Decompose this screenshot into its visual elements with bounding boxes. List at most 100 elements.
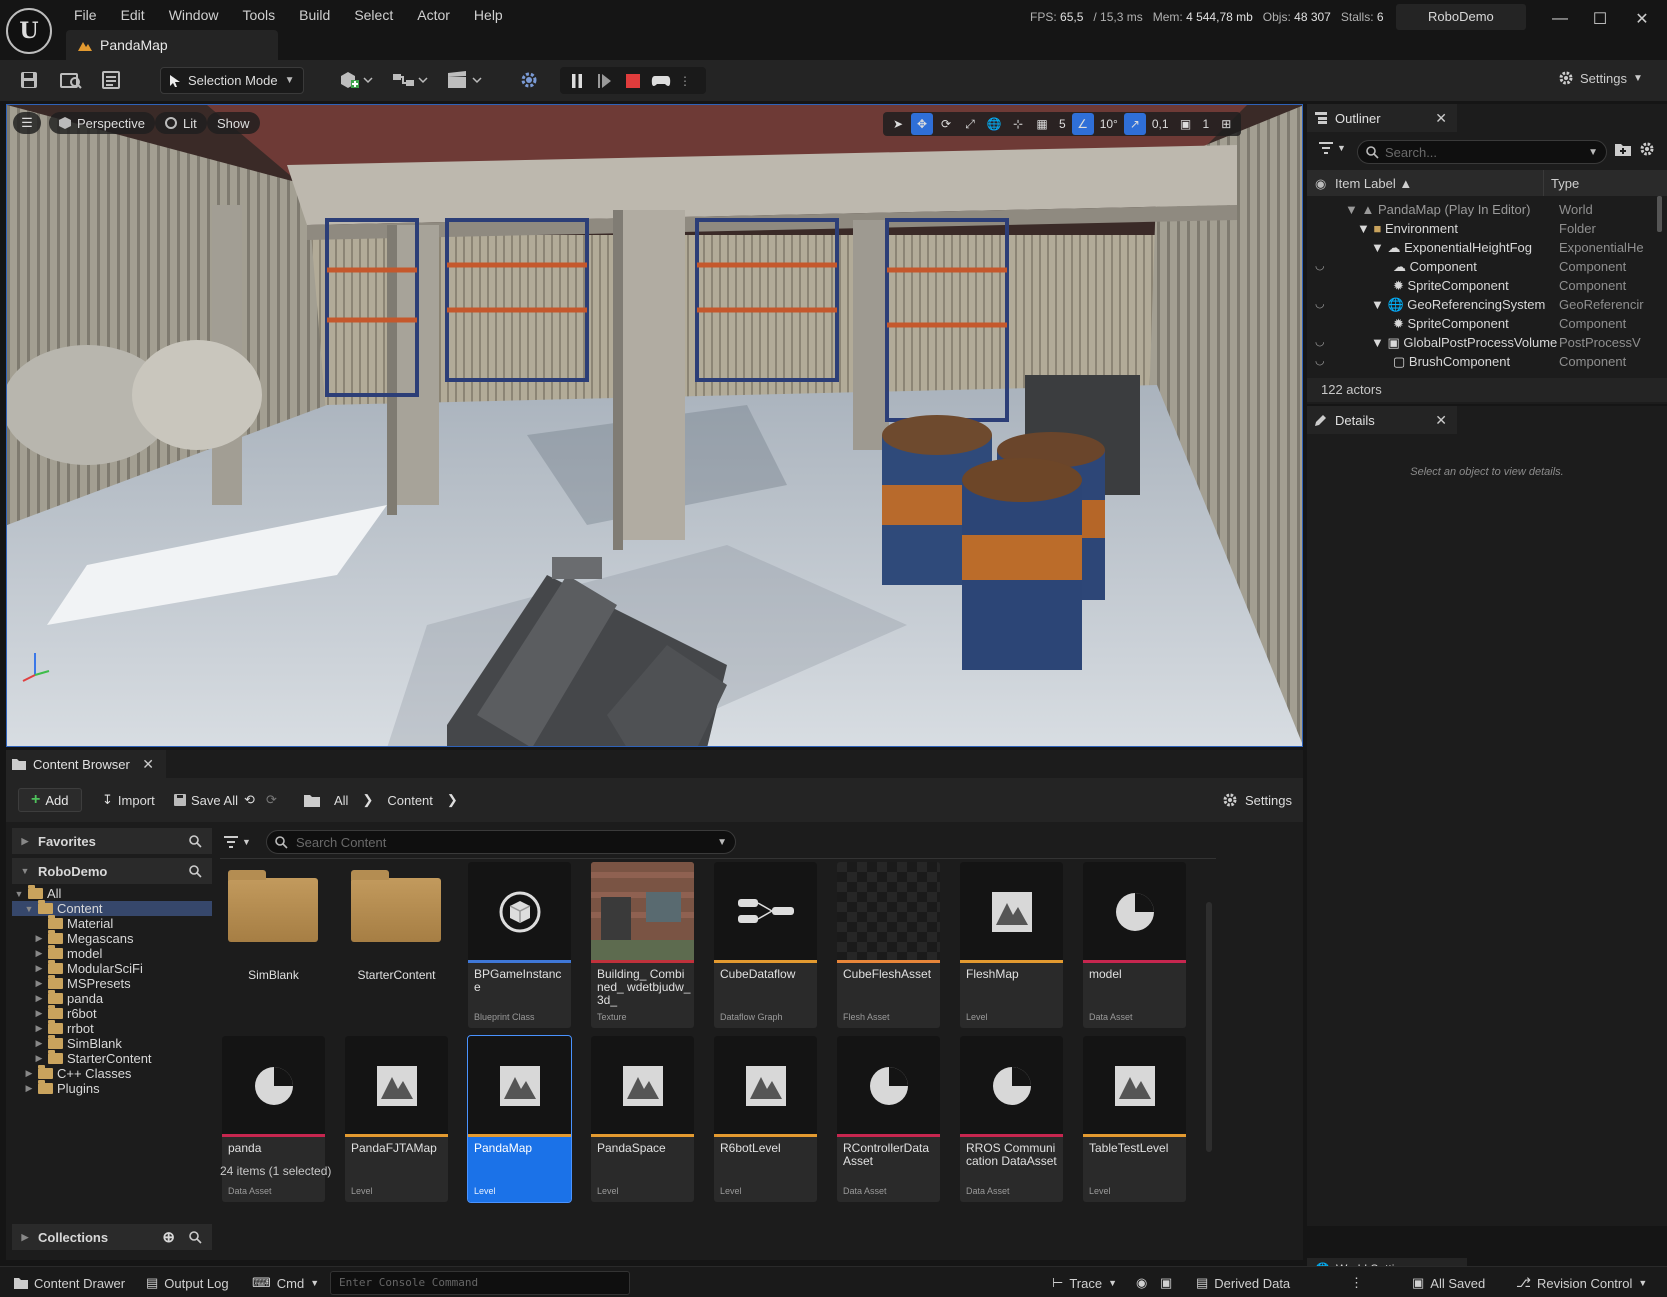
asset-tile[interactable]: RROS Communication DataAsset Data Asset bbox=[960, 1036, 1063, 1202]
viewport-menu-button[interactable]: ☰ bbox=[13, 112, 41, 134]
add-collection-icon[interactable]: ⊕ bbox=[162, 1228, 175, 1246]
tree-item[interactable]: Material bbox=[12, 915, 212, 931]
asset-tile[interactable]: R6botLevel Level bbox=[714, 1036, 817, 1202]
close-icon[interactable]: ✕ bbox=[1435, 412, 1447, 429]
menu-edit[interactable]: Edit bbox=[109, 4, 157, 26]
scale-snap-icon[interactable]: ↗ bbox=[1123, 113, 1146, 135]
tree-item[interactable]: ▼ Content bbox=[12, 900, 212, 916]
search-icon[interactable] bbox=[189, 864, 202, 878]
asset-tile[interactable]: RControllerData Asset Data Asset bbox=[837, 1036, 940, 1202]
derived-data-button[interactable]: ▤ Derived Data bbox=[1196, 1273, 1290, 1293]
grid-snap-value[interactable]: 5 bbox=[1055, 117, 1070, 131]
minimize-button[interactable]: — bbox=[1540, 4, 1580, 34]
close-window-button[interactable]: ✕ bbox=[1622, 4, 1662, 34]
output-log-button[interactable]: ▤ Output Log bbox=[146, 1273, 229, 1293]
rotate-tool-icon[interactable]: ⟳ bbox=[935, 113, 957, 135]
lit-view-mode-button[interactable]: Lit bbox=[155, 112, 207, 134]
stop-button[interactable] bbox=[622, 70, 644, 92]
level-viewport[interactable]: ☰ Perspective Lit Show ➤ ✥ ⟳ ⤢ 🌐 ⊹ ▦ 5 ∠… bbox=[6, 104, 1303, 747]
browse-icon[interactable] bbox=[58, 68, 84, 92]
asset-tile[interactable]: BPGameInstance Blueprint Class bbox=[468, 862, 571, 1028]
blueprint-icon[interactable] bbox=[390, 68, 430, 92]
breadcrumb-all[interactable]: All bbox=[334, 793, 348, 808]
menu-build[interactable]: Build bbox=[287, 4, 342, 26]
chevron-right-icon[interactable]: ❯ bbox=[362, 792, 373, 808]
outliner-row[interactable]: ▼ ☁ ExponentialHeightFog ExponentialHe bbox=[1307, 240, 1652, 260]
tree-item[interactable]: ▶ C++ Classes bbox=[12, 1065, 212, 1081]
camera-speed-value[interactable]: 1 bbox=[1199, 117, 1214, 131]
menu-select[interactable]: Select bbox=[342, 4, 405, 26]
forward-history-icon[interactable]: ⟳ bbox=[266, 788, 277, 812]
tree-item[interactable]: ▶ ModularSciFi bbox=[12, 960, 212, 976]
asset-grid-scrollbar[interactable] bbox=[1206, 902, 1212, 1152]
trace-dropdown[interactable]: ⊢ Trace ▼ bbox=[1052, 1273, 1117, 1293]
close-icon[interactable]: ✕ bbox=[1435, 110, 1447, 127]
type-column[interactable]: Type bbox=[1551, 176, 1579, 191]
chevron-right-icon[interactable]: ❯ bbox=[447, 792, 458, 808]
folder-tile[interactable]: SimBlank bbox=[222, 862, 325, 1028]
tree-item[interactable]: ▶ StarterContent bbox=[12, 1050, 212, 1066]
camera-speed-icon[interactable]: ▣ bbox=[1175, 113, 1197, 135]
rotation-snap-value[interactable]: 10° bbox=[1096, 117, 1122, 131]
favorites-section[interactable]: ▶ Favorites bbox=[12, 828, 212, 854]
scale-tool-icon[interactable]: ⤢ bbox=[959, 113, 981, 135]
all-saved-button[interactable]: ▣ All Saved bbox=[1412, 1273, 1485, 1293]
asset-tile[interactable]: TableTestLevel Level bbox=[1083, 1036, 1186, 1202]
revision-control-button[interactable]: ⎇ Revision Control ▼ bbox=[1516, 1273, 1647, 1293]
outliner-tab[interactable]: Outliner ✕ bbox=[1307, 104, 1457, 132]
level-document-tab[interactable]: PandaMap bbox=[66, 30, 278, 60]
scale-snap-value[interactable]: 0,1 bbox=[1148, 117, 1173, 131]
content-drawer-button[interactable]: Content Drawer bbox=[14, 1273, 125, 1293]
record-icon[interactable]: ◉ bbox=[1136, 1273, 1147, 1293]
gear-compile-icon[interactable] bbox=[516, 68, 542, 92]
outliner-row[interactable]: ◡ ▼ ▣ GlobalPostProcessVolume PostProces… bbox=[1307, 335, 1652, 355]
cmd-dropdown[interactable]: ⌨ Cmd ▼ bbox=[252, 1273, 319, 1293]
console-command-input[interactable]: Enter Console Command bbox=[330, 1271, 630, 1295]
unreal-logo-icon[interactable]: U bbox=[6, 8, 52, 54]
asset-tile[interactable]: PandaSpace Level bbox=[591, 1036, 694, 1202]
cinematics-icon[interactable] bbox=[444, 68, 484, 92]
outliner-row[interactable]: ▼ ■ Environment Folder bbox=[1307, 221, 1652, 241]
tree-item[interactable]: ▼ All bbox=[12, 885, 212, 901]
tree-item[interactable]: ▶ r6bot bbox=[12, 1005, 212, 1021]
show-button[interactable]: Show bbox=[207, 112, 260, 134]
menu-actor[interactable]: Actor bbox=[405, 4, 462, 26]
import-button[interactable]: ↧ Import bbox=[96, 788, 161, 812]
asset-tile[interactable]: PandaFJTAMap Level bbox=[345, 1036, 448, 1202]
save-all-button[interactable]: Save All bbox=[168, 788, 244, 812]
outliner-row[interactable]: ◡ ▢ BrushComponent Component bbox=[1307, 354, 1652, 374]
selection-mode-dropdown[interactable]: Selection Mode ▼ bbox=[160, 67, 304, 94]
menu-help[interactable]: Help bbox=[462, 4, 515, 26]
perspective-button[interactable]: Perspective bbox=[49, 112, 155, 134]
back-history-icon[interactable]: ⟲ bbox=[244, 788, 255, 812]
pause-button[interactable] bbox=[566, 70, 588, 92]
menu-file[interactable]: File bbox=[62, 4, 109, 26]
surface-snap-icon[interactable]: ⊹ bbox=[1007, 113, 1029, 135]
asset-tile-selected[interactable]: PandaMap Level bbox=[467, 1035, 572, 1203]
toolbar-settings-button[interactable]: Settings ▼ bbox=[1558, 70, 1643, 86]
breadcrumb-content[interactable]: Content bbox=[387, 793, 433, 808]
gamepad-possess-icon[interactable] bbox=[650, 70, 672, 92]
asset-tile[interactable]: Building_ Combined_ wdetbjudw_3d_ Textur… bbox=[591, 862, 694, 1028]
search-icon[interactable] bbox=[189, 1230, 202, 1244]
outliner-row[interactable]: ◡ ▼ 🌐 GeoReferencingSystem GeoReferencir bbox=[1307, 297, 1652, 317]
outliner-search-input[interactable]: Search... ▼ bbox=[1357, 140, 1607, 164]
more-options-icon[interactable]: ⋮ bbox=[1350, 1273, 1363, 1293]
asset-tile[interactable]: CubeFleshAsset Flesh Asset bbox=[837, 862, 940, 1028]
outliner-row[interactable]: ▼ ▲ PandaMap (Play In Editor) World bbox=[1307, 202, 1652, 222]
outliner-row[interactable]: ✹ SpriteComponent Component bbox=[1307, 316, 1652, 336]
tree-item[interactable]: ▶ rrbot bbox=[12, 1020, 212, 1036]
translate-tool-icon[interactable]: ✥ bbox=[911, 113, 933, 135]
maximize-viewport-icon[interactable]: ⊞ bbox=[1215, 113, 1237, 135]
add-button[interactable]: + Add bbox=[18, 788, 82, 812]
asset-tile[interactable]: model Data Asset bbox=[1083, 862, 1186, 1028]
grid-snap-icon[interactable]: ▦ bbox=[1031, 113, 1053, 135]
content-icon[interactable] bbox=[98, 68, 124, 92]
step-frame-button[interactable] bbox=[594, 70, 616, 92]
project-section[interactable]: ▼ RoboDemo bbox=[12, 858, 212, 884]
outliner-row[interactable]: ✹ SpriteComponent Component bbox=[1307, 278, 1652, 298]
outliner-row[interactable]: ◡ ☁ Component Component bbox=[1307, 259, 1652, 279]
tree-item[interactable]: ▶ model bbox=[12, 945, 212, 961]
asset-tile[interactable]: CubeDataflow Dataflow Graph bbox=[714, 862, 817, 1028]
menu-tools[interactable]: Tools bbox=[230, 4, 287, 26]
